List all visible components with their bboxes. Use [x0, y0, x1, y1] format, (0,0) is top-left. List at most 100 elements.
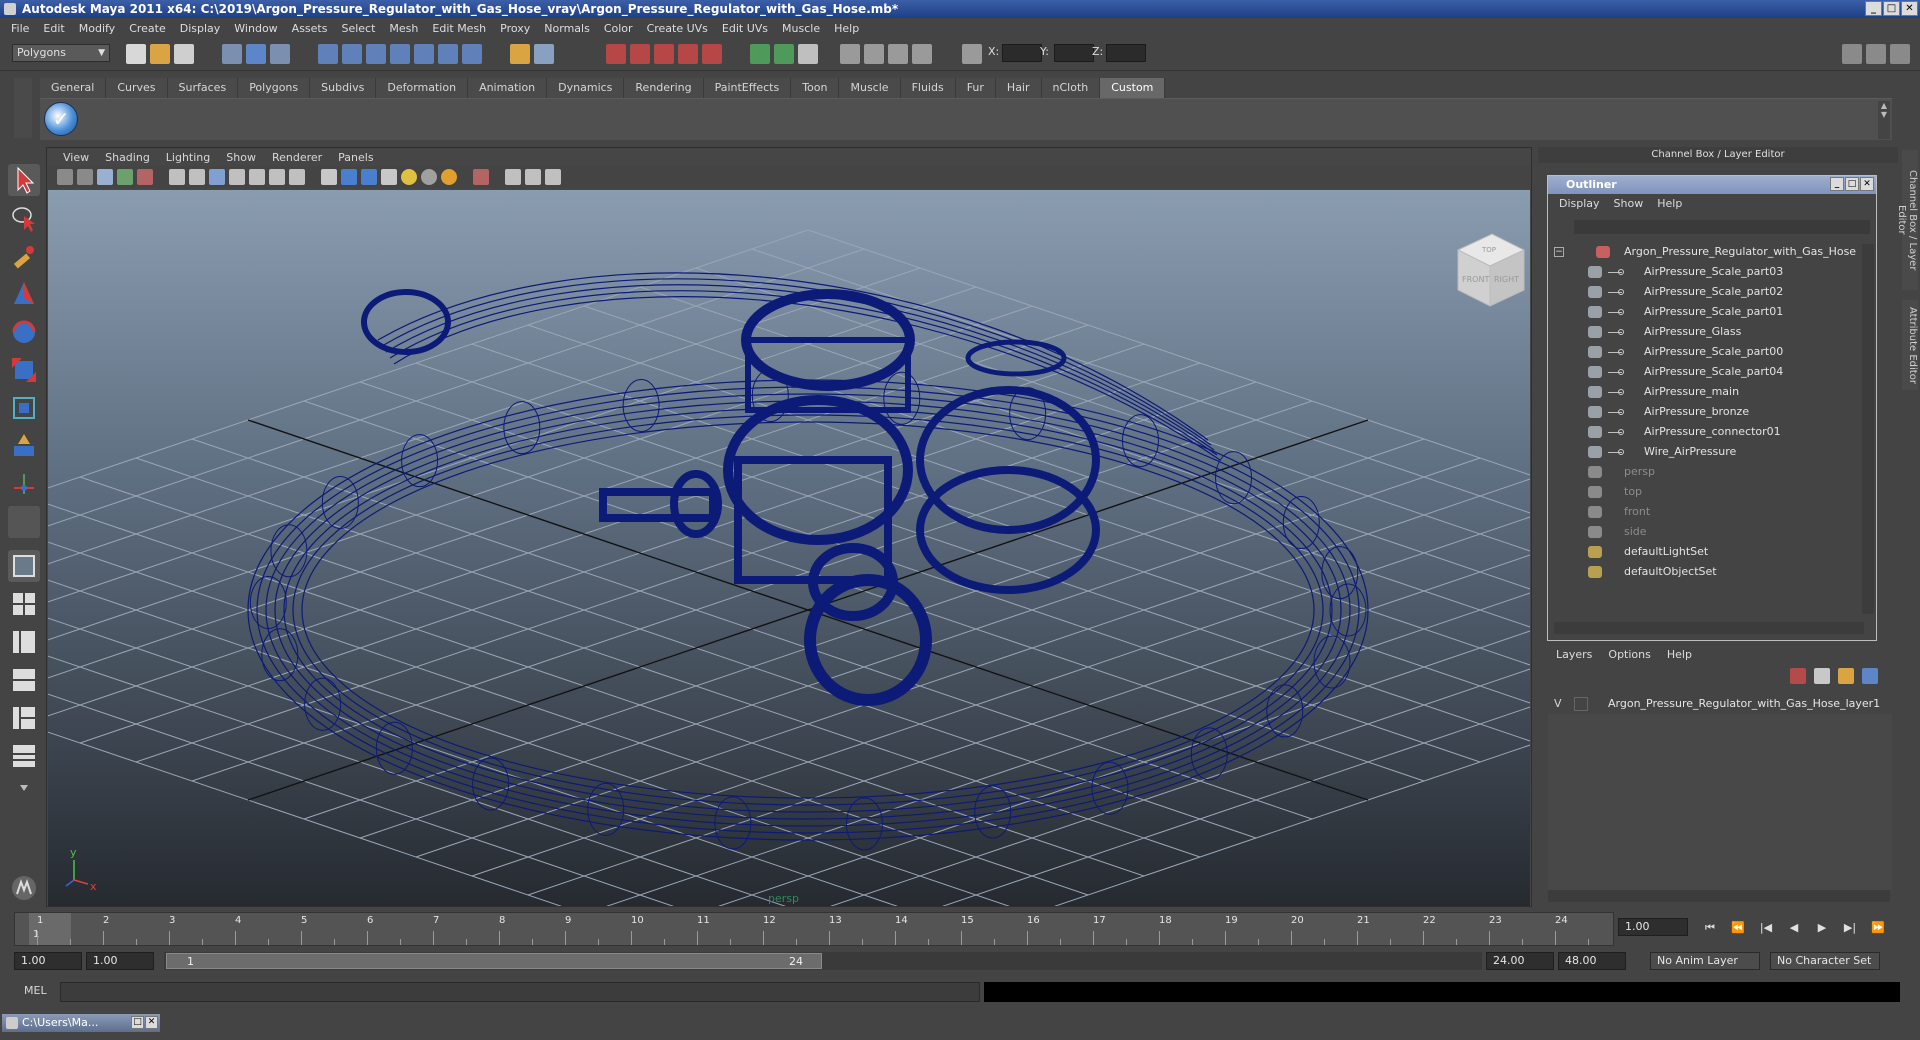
- current-frame-field[interactable]: 1.00: [1618, 918, 1688, 936]
- outliner-minimize-button[interactable]: _: [1830, 177, 1844, 191]
- outliner-item-child[interactable]: AirPressure_Scale_part04: [1552, 362, 1858, 382]
- snap-live-icon[interactable]: [438, 44, 458, 64]
- outliner-item-child[interactable]: AirPressure_Glass: [1552, 322, 1858, 342]
- snap-grid-icon[interactable]: [318, 44, 338, 64]
- step-forward-key-button[interactable]: ⏩: [1868, 920, 1888, 936]
- menu-assets[interactable]: Assets: [285, 22, 335, 35]
- maximize-button[interactable]: □: [1883, 1, 1900, 16]
- task-close-button[interactable]: ✕: [145, 1016, 158, 1029]
- outliner-item-child[interactable]: AirPressure_Scale_part01: [1552, 302, 1858, 322]
- character-set-dropdown[interactable]: No Character Set: [1770, 952, 1880, 970]
- step-back-frame-button[interactable]: |◀: [1756, 920, 1776, 936]
- outliner-item-root[interactable]: − Argon_Pressure_Regulator_with_Gas_Hose: [1552, 242, 1858, 262]
- field-chart-icon[interactable]: [249, 169, 265, 185]
- outliner-close-button[interactable]: ✕: [1860, 177, 1874, 191]
- graph-persp-layout-icon[interactable]: [8, 664, 40, 696]
- attribute-editor-side-tab[interactable]: Attribute Editor: [1902, 300, 1918, 390]
- snap-point-icon[interactable]: [366, 44, 386, 64]
- viewport-menu-renderer[interactable]: Renderer: [264, 151, 330, 164]
- shelf-tab-fur[interactable]: Fur: [955, 78, 996, 98]
- anim-layer-dropdown[interactable]: No Anim Layer: [1650, 952, 1760, 970]
- layer-visibility-toggle[interactable]: V: [1554, 697, 1562, 710]
- current-time-marker[interactable]: 1: [29, 913, 71, 945]
- absolute-mode-icon[interactable]: [962, 44, 982, 64]
- bookmarks-icon[interactable]: [97, 169, 113, 185]
- layer-options-icon[interactable]: [1862, 668, 1878, 684]
- z-coord-field[interactable]: [1106, 44, 1146, 62]
- viewport-menu-shading[interactable]: Shading: [97, 151, 158, 164]
- shelf-tab-fluids[interactable]: Fluids: [900, 78, 956, 98]
- menu-set-dropdown[interactable]: Polygons ▼: [12, 44, 110, 62]
- input-ops-icon[interactable]: [534, 44, 554, 64]
- range-slider[interactable]: 1 24: [164, 952, 1482, 970]
- animation-start-field[interactable]: 1.00: [14, 952, 82, 970]
- outliner-vertical-scrollbar[interactable]: [1862, 244, 1874, 614]
- smooth-shading-icon[interactable]: [341, 169, 357, 185]
- gate-mask-icon[interactable]: [229, 169, 245, 185]
- sidebar-toggle-icon[interactable]: [798, 44, 818, 64]
- select-tool-icon[interactable]: [8, 164, 40, 196]
- shelf-tab-curves[interactable]: Curves: [106, 78, 168, 98]
- xray-joints-icon[interactable]: [525, 169, 541, 185]
- outliner-item-child[interactable]: AirPressure_bronze: [1552, 402, 1858, 422]
- menu-proxy[interactable]: Proxy: [493, 22, 537, 35]
- perspective-viewport[interactable]: FRONT RIGHT TOP y x persp: [48, 190, 1530, 906]
- textured-icon[interactable]: [381, 169, 397, 185]
- select-camera-icon[interactable]: [57, 169, 73, 185]
- show-manip-icon[interactable]: [8, 468, 40, 500]
- select-hierarchy-icon[interactable]: [222, 44, 242, 64]
- move-tool-icon[interactable]: [8, 278, 40, 310]
- outliner-item-camera[interactable]: front: [1552, 502, 1858, 522]
- history-icon[interactable]: [510, 44, 530, 64]
- outliner-item-child[interactable]: AirPressure_connector01: [1552, 422, 1858, 442]
- menu-select[interactable]: Select: [334, 22, 382, 35]
- safe-action-icon[interactable]: [269, 169, 285, 185]
- outliner-item-child[interactable]: AirPressure_Scale_part02: [1552, 282, 1858, 302]
- move-layer-up-icon[interactable]: [1790, 668, 1806, 684]
- outliner-menu-show[interactable]: Show: [1607, 197, 1651, 210]
- x-coord-field[interactable]: [1002, 44, 1042, 62]
- playback-start-field[interactable]: 1.00: [86, 952, 154, 970]
- outliner-menu-help[interactable]: Help: [1650, 197, 1689, 210]
- outliner-maximize-button[interactable]: □: [1845, 177, 1859, 191]
- attribute-editor-toggle-icon[interactable]: [1890, 44, 1910, 64]
- viewport-menu-panels[interactable]: Panels: [330, 151, 381, 164]
- menu-normals[interactable]: Normals: [537, 22, 597, 35]
- render-settings-icon[interactable]: [654, 44, 674, 64]
- menu-display[interactable]: Display: [173, 22, 228, 35]
- film-gate-icon[interactable]: [189, 169, 205, 185]
- shelf-tab-ncloth[interactable]: nCloth: [1041, 78, 1101, 98]
- shelf-tab-dynamics[interactable]: Dynamics: [547, 78, 625, 98]
- outliner-persp-layout-icon[interactable]: [8, 626, 40, 658]
- select-object-icon[interactable]: [246, 44, 266, 64]
- outliner-item-set[interactable]: defaultLightSet: [1552, 542, 1858, 562]
- input-line-icon[interactable]: [750, 44, 770, 64]
- channel-box-toggle-icon[interactable]: [1866, 44, 1886, 64]
- play-forwards-button[interactable]: ▶: [1812, 920, 1832, 936]
- y-coord-field[interactable]: [1054, 44, 1094, 62]
- mel-command-input[interactable]: [60, 982, 980, 1002]
- persp-graph-outliner-layout-icon[interactable]: [8, 740, 40, 772]
- menu-color[interactable]: Color: [597, 22, 640, 35]
- render-frame-icon[interactable]: [606, 44, 626, 64]
- checkmark-shelf-button[interactable]: ✓: [44, 102, 78, 136]
- lasso-tool-icon[interactable]: [8, 202, 40, 234]
- playback-end-field[interactable]: 24.00: [1486, 952, 1554, 970]
- menu-edit[interactable]: Edit: [36, 22, 71, 35]
- last-tool-slot[interactable]: [8, 506, 40, 538]
- safe-title-icon[interactable]: [289, 169, 305, 185]
- menu-file[interactable]: File: [4, 22, 36, 35]
- menu-window[interactable]: Window: [227, 22, 284, 35]
- wireframe-on-shaded-icon[interactable]: [361, 169, 377, 185]
- shelf-scroll-arrows[interactable]: ▲ ▼: [1878, 101, 1890, 139]
- menu-muscle[interactable]: Muscle: [775, 22, 827, 35]
- universal-manip-icon[interactable]: [8, 392, 40, 424]
- time-slider[interactable]: 1 12345678910111213141516171819202122232…: [14, 912, 1614, 946]
- snap-surface-icon[interactable]: [414, 44, 434, 64]
- xray-components-icon[interactable]: [545, 169, 561, 185]
- channel-box-side-tab[interactable]: Channel Box / Layer Editor: [1896, 150, 1918, 290]
- shelf-tab-polygons[interactable]: Polygons: [238, 78, 311, 98]
- step-back-key-button[interactable]: ⏪: [1728, 920, 1748, 936]
- viewport-menu-show[interactable]: Show: [218, 151, 264, 164]
- menu-edit-uvs[interactable]: Edit UVs: [715, 22, 775, 35]
